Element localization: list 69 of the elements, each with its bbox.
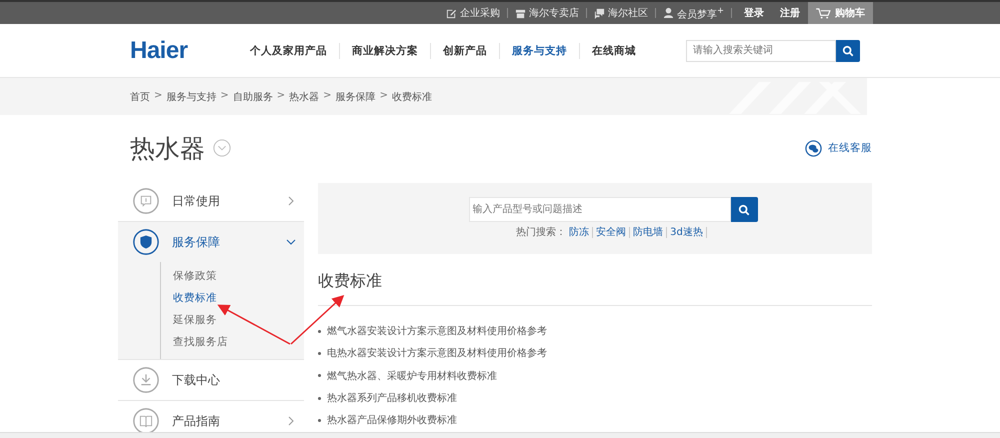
nav-item[interactable]: 服务与支持 (500, 44, 579, 58)
hot-search-link[interactable]: 3d速热 (670, 225, 703, 239)
submenu-item[interactable]: 收费标准 (173, 287, 304, 309)
chat-icon (594, 8, 606, 18)
sidebar-item[interactable]: 下载中心 (118, 360, 304, 400)
article-link[interactable]: 燃气水器安装设计方案示意图及材料使用价格参考 (327, 324, 547, 338)
shield-icon (132, 228, 160, 256)
breadcrumb-separator: > (154, 90, 162, 102)
cart-button[interactable]: 购物车 (808, 2, 873, 24)
user-icon (663, 7, 674, 18)
search-field[interactable]: 输入产品型号或问题描述 (468, 197, 730, 222)
article-link[interactable]: 燃气热水器、采暖炉专用材料收费标准 (327, 368, 497, 383)
register-link[interactable]: 注册 (772, 6, 808, 20)
sidebar-item[interactable]: 日常使用 (118, 181, 304, 221)
top-link[interactable]: 会员梦享$^{+}$ (660, 4, 727, 22)
message-icon (132, 187, 160, 215)
bullet-icon (318, 418, 321, 422)
search-button[interactable] (730, 197, 758, 222)
sidebar-item[interactable]: 产品指南 (118, 401, 304, 438)
breadcrumb-link[interactable]: 服务与支持 (166, 90, 216, 104)
breadcrumb-link[interactable]: 首页 (130, 90, 150, 104)
store-icon (515, 8, 526, 18)
top-link[interactable]: 企业采购 (443, 6, 504, 20)
nav-item[interactable]: 在线商城 (580, 44, 648, 58)
breadcrumb-link[interactable]: 收费标准 (392, 90, 432, 104)
breadcrumb-link[interactable]: 热水器 (289, 90, 320, 104)
article-link[interactable]: 热水器系列产品移机收费标准 (327, 391, 457, 406)
breadcrumb-separator: > (380, 90, 388, 102)
sidebar-item[interactable]: 服务保障 (118, 222, 304, 262)
hot-search-link[interactable]: 防冻 (569, 225, 590, 239)
section-title: 收费标准 (318, 271, 383, 292)
login-link[interactable]: 登录 (736, 6, 772, 20)
hot-search-link[interactable]: 防电墙 (633, 225, 664, 239)
submenu-item[interactable]: 保修政策 (173, 265, 304, 287)
chat-bubble-icon (805, 140, 822, 156)
page-title: 热水器 (130, 132, 205, 164)
breadcrumb-separator: > (276, 90, 286, 102)
bullet-icon (318, 330, 321, 333)
nav-item[interactable]: 个人及家用产品 (250, 44, 339, 58)
bullet-icon (318, 374, 321, 378)
nav-item[interactable]: 商业解决方案 (340, 44, 430, 58)
online-service-link[interactable]: 在线客服 (805, 140, 872, 156)
logo[interactable]: Haier (130, 36, 250, 64)
chevron-right-icon (286, 416, 296, 426)
search-icon (738, 204, 750, 216)
article-link[interactable]: 电热水器安装设计方案示意图及材料使用价格参考 (327, 346, 547, 360)
search-field[interactable]: 请输入搜索关键词 (686, 40, 836, 62)
book-icon (132, 407, 160, 435)
cart-icon (816, 8, 831, 18)
breadcrumb-link[interactable]: 自助服务 (232, 90, 273, 104)
breadcrumb-separator: > (220, 90, 229, 102)
top-link[interactable]: 海尔社区 (591, 6, 652, 20)
chevron-down-icon (286, 237, 296, 247)
nav-item[interactable]: 创新产品 (431, 44, 499, 58)
breadcrumb-separator: > (323, 90, 332, 102)
bullet-icon (318, 352, 321, 355)
article-link[interactable]: 热水器产品保修期外收费标准 (327, 413, 457, 428)
hot-search-link[interactable]: 安全阀 (596, 225, 626, 239)
submenu-item[interactable]: 查找服务店 (173, 331, 304, 353)
pencil-icon (446, 8, 458, 18)
search-button[interactable] (836, 40, 860, 62)
search-icon (842, 44, 854, 56)
chevron-right-icon (286, 196, 296, 206)
download-icon (132, 366, 160, 394)
bullet-icon (318, 396, 321, 400)
submenu-item[interactable]: 延保服务 (173, 309, 304, 331)
top-link[interactable]: 海尔专卖店 (512, 6, 582, 20)
hot-search-label: 热门搜索： (516, 226, 566, 239)
breadcrumb-link[interactable]: 服务保障 (336, 90, 376, 104)
